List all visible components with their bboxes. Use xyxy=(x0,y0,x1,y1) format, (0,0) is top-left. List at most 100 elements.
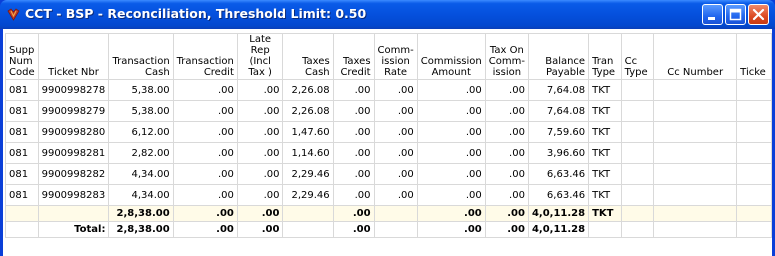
table-cell[interactable]: TKT xyxy=(588,79,622,101)
table-cell[interactable]: TKT xyxy=(588,184,622,206)
table-cell[interactable]: 5,38.00 xyxy=(108,79,174,101)
table-cell[interactable]: .00 xyxy=(484,184,529,206)
table-cell[interactable]: .00 xyxy=(236,142,284,164)
table-cell[interactable]: 081 xyxy=(5,163,39,185)
maximize-button[interactable] xyxy=(725,4,746,25)
table-row[interactable]: 081 9900998279 5,38.00.00.00 2,26.08.00.00.… xyxy=(5,100,772,122)
table-cell[interactable]: .00 xyxy=(373,184,418,206)
table-cell[interactable]: 6,63.46 xyxy=(527,163,590,185)
table-cell[interactable]: 9900998278 xyxy=(37,79,110,101)
table-cell[interactable]: 2,82.00 xyxy=(108,142,174,164)
table-cell[interactable]: 9900998283 xyxy=(37,184,110,206)
column-header[interactable]: Tax On Comm- ission xyxy=(484,33,529,80)
column-header[interactable]: Balance Payable xyxy=(527,33,590,80)
table-cell[interactable] xyxy=(653,163,738,185)
column-header[interactable]: Taxes Cash xyxy=(282,33,334,80)
subtotal-row[interactable]: 2,8,38.00.00.00.00.00.00 4,0,11.28 TKT xyxy=(5,205,772,222)
table-cell[interactable]: 4,0,11.28 xyxy=(527,221,590,238)
table-cell[interactable] xyxy=(5,205,39,222)
table-cell[interactable]: .00 xyxy=(484,121,529,143)
table-cell[interactable]: 7,64.08 xyxy=(527,79,590,101)
table-cell[interactable]: .00 xyxy=(332,79,375,101)
table-cell[interactable]: .00 xyxy=(332,142,375,164)
column-header[interactable]: Tran Type xyxy=(588,33,622,80)
minimize-button[interactable] xyxy=(702,4,723,25)
table-cell[interactable]: .00 xyxy=(484,142,529,164)
table-cell[interactable]: .00 xyxy=(484,163,529,185)
table-cell[interactable]: .00 xyxy=(332,121,375,143)
column-header[interactable]: Ticke xyxy=(736,33,772,80)
table-cell[interactable]: 081 xyxy=(5,184,39,206)
table-cell[interactable]: .00 xyxy=(416,205,486,222)
table-cell[interactable] xyxy=(373,205,418,222)
table-cell[interactable] xyxy=(588,221,622,238)
table-cell[interactable]: .00 xyxy=(484,205,529,222)
table-cell[interactable] xyxy=(736,184,772,206)
table-cell[interactable]: .00 xyxy=(332,163,375,185)
table-cell[interactable]: .00 xyxy=(416,121,486,143)
table-row[interactable]: 081 9900998280 6,12.00.00.00 1,47.60.00.00.… xyxy=(5,121,772,143)
table-cell[interactable]: .00 xyxy=(416,142,486,164)
table-cell[interactable] xyxy=(620,100,655,122)
table-cell[interactable]: .00 xyxy=(172,142,238,164)
table-cell[interactable]: 2,8,38.00 xyxy=(108,205,174,222)
table-row[interactable]: 081 9900998281 2,82.00.00.00 1,14.60.00.00.… xyxy=(5,142,772,164)
table-cell[interactable]: .00 xyxy=(172,79,238,101)
table-cell[interactable]: TKT xyxy=(588,121,622,143)
table-cell[interactable] xyxy=(282,205,334,222)
table-cell[interactable]: TKT xyxy=(588,205,622,222)
table-cell[interactable]: .00 xyxy=(416,221,486,238)
table-cell[interactable]: 2,26.08 xyxy=(282,100,334,122)
close-button[interactable] xyxy=(748,4,769,25)
table-cell[interactable]: .00 xyxy=(172,100,238,122)
table-cell[interactable]: .00 xyxy=(236,184,284,206)
table-cell[interactable] xyxy=(736,142,772,164)
table-cell[interactable]: 081 xyxy=(5,121,39,143)
table-cell[interactable] xyxy=(5,221,39,238)
table-cell[interactable]: .00 xyxy=(373,163,418,185)
table-cell[interactable]: 7,64.08 xyxy=(527,100,590,122)
table-cell[interactable]: .00 xyxy=(484,79,529,101)
column-header[interactable]: Commission Amount xyxy=(416,33,486,80)
table-cell[interactable]: .00 xyxy=(416,100,486,122)
table-cell[interactable]: .00 xyxy=(373,100,418,122)
table-cell[interactable] xyxy=(736,79,772,101)
table-cell[interactable]: TKT xyxy=(588,100,622,122)
table-cell[interactable]: Total: xyxy=(37,221,110,238)
table-cell[interactable]: 4,34.00 xyxy=(108,163,174,185)
table-cell[interactable]: .00 xyxy=(416,79,486,101)
table-cell[interactable]: .00 xyxy=(416,184,486,206)
table-cell[interactable]: 2,29.46 xyxy=(282,184,334,206)
table-cell[interactable]: 1,47.60 xyxy=(282,121,334,143)
table-cell[interactable]: 1,14.60 xyxy=(282,142,334,164)
table-cell[interactable]: 081 xyxy=(5,79,39,101)
table-cell[interactable] xyxy=(620,205,655,222)
table-cell[interactable]: 6,63.46 xyxy=(527,184,590,206)
table-cell[interactable]: 2,8,38.00 xyxy=(108,221,174,238)
table-cell[interactable]: .00 xyxy=(373,79,418,101)
table-cell[interactable]: 6,12.00 xyxy=(108,121,174,143)
column-header[interactable]: Transaction Credit xyxy=(172,33,238,80)
total-row[interactable]: Total: 2,8,38.00.00.00.00.00.00 4,0,11.28 xyxy=(5,221,772,238)
table-cell[interactable] xyxy=(736,221,772,238)
table-cell[interactable] xyxy=(653,100,738,122)
table-cell[interactable]: .00 xyxy=(332,205,375,222)
table-cell[interactable]: .00 xyxy=(373,121,418,143)
table-cell[interactable] xyxy=(653,184,738,206)
table-cell[interactable]: 9900998282 xyxy=(37,163,110,185)
column-header[interactable]: Transaction Cash xyxy=(108,33,174,80)
column-header[interactable]: Cc Type xyxy=(620,33,655,80)
table-cell[interactable]: 5,38.00 xyxy=(108,100,174,122)
table-cell[interactable] xyxy=(736,205,772,222)
table-cell[interactable] xyxy=(620,163,655,185)
table-cell[interactable]: .00 xyxy=(484,100,529,122)
column-header[interactable]: Supp Num Code xyxy=(5,33,39,80)
table-cell[interactable] xyxy=(653,79,738,101)
table-cell[interactable] xyxy=(653,205,738,222)
table-cell[interactable] xyxy=(37,205,110,222)
table-cell[interactable]: .00 xyxy=(236,205,284,222)
table-cell[interactable] xyxy=(653,142,738,164)
table-cell[interactable]: .00 xyxy=(332,221,375,238)
table-cell[interactable] xyxy=(736,163,772,185)
table-cell[interactable] xyxy=(653,121,738,143)
